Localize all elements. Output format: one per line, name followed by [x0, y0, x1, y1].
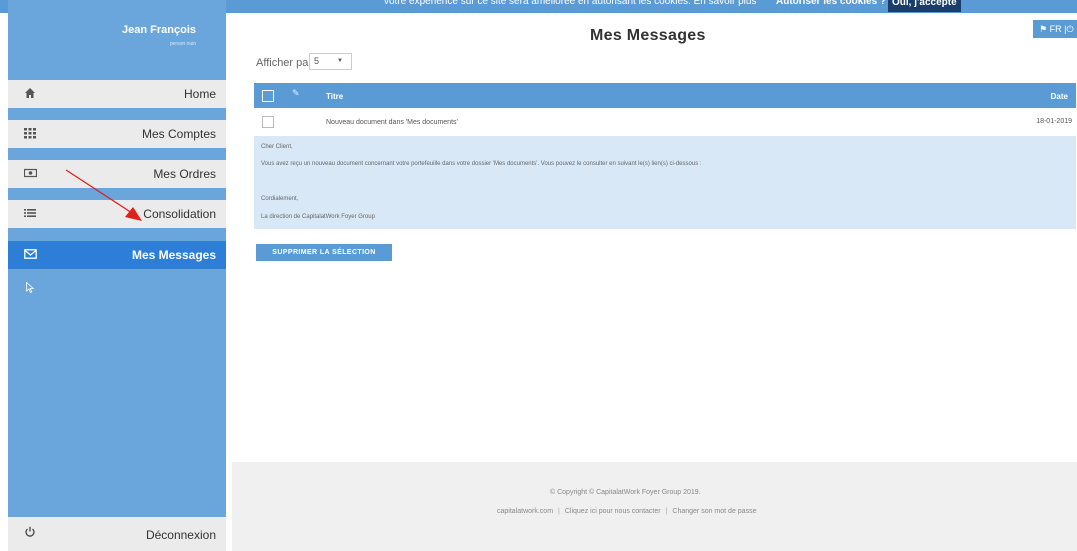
- sidebar-item-label: Mes Messages: [131, 248, 216, 262]
- per-page-value: 5: [314, 56, 320, 66]
- user-profile: Jean François person ouin: [8, 0, 226, 80]
- message-greeting: Cher Client,: [261, 144, 293, 150]
- sidebar-item-label: Consolidation: [143, 207, 216, 221]
- sidebar-item-home[interactable]: Home: [8, 80, 226, 108]
- money-icon: [23, 167, 37, 181]
- cookie-authorize-link[interactable]: Autoriser les cookies ?: [776, 0, 886, 8]
- mouse-cursor-icon: [26, 281, 35, 296]
- sidebar: Jean François person ouin Home Mes Compt…: [8, 0, 226, 551]
- page-title: Mes Messages: [590, 27, 706, 44]
- footer-link-password[interactable]: Changer son mot de passe: [672, 508, 756, 515]
- envelope-icon: [23, 248, 37, 262]
- message-closing: Cordialement,: [261, 196, 299, 202]
- per-page-label: Afficher par: [256, 57, 313, 69]
- language-selector[interactable]: ⚑ FR |⏻: [1033, 20, 1077, 38]
- column-header-date[interactable]: Date: [1051, 92, 1068, 101]
- power-icon[interactable]: |⏻: [1064, 24, 1073, 34]
- power-icon: [23, 526, 37, 540]
- table-row[interactable]: Nouveau document dans 'Mes documents' 18…: [254, 112, 1076, 132]
- home-icon: [23, 87, 37, 101]
- column-header-title[interactable]: Titre: [326, 92, 343, 101]
- sidebar-item-mes-comptes[interactable]: Mes Comptes: [8, 120, 226, 148]
- logout-button[interactable]: Déconnexion: [8, 517, 226, 551]
- footer-copyright: © Copyright © CapitalatWork Foyer Group …: [550, 489, 701, 496]
- message-title[interactable]: Nouveau document dans 'Mes documents': [326, 119, 458, 126]
- footer-separator: |: [558, 508, 560, 515]
- delete-selection-button[interactable]: SUPPRIMER LA SÉLECTION: [256, 244, 392, 261]
- footer-links: capitalatwork.com | Cliquez ici pour nous …: [497, 508, 756, 515]
- logout-label: Déconnexion: [145, 528, 216, 542]
- message-signature: La direction de CapitalatWork Foyer Grou…: [261, 214, 375, 220]
- list-icon: [23, 207, 37, 221]
- chevron-down-icon: ▼: [337, 58, 343, 64]
- table-header: ✎ Titre Date: [254, 83, 1076, 108]
- message-text: Vous avez reçu un nouveau document conce…: [261, 161, 702, 167]
- grid-icon: [23, 127, 37, 141]
- sidebar-item-mes-messages[interactable]: Mes Messages: [8, 241, 226, 269]
- footer-separator: |: [665, 508, 668, 515]
- pencil-icon: ✎: [292, 88, 300, 98]
- sidebar-item-consolidation[interactable]: Consolidation: [8, 200, 226, 228]
- per-page-select[interactable]: 5 ▼: [309, 53, 352, 70]
- row-checkbox[interactable]: [262, 116, 274, 128]
- footer-link-contact[interactable]: Cliquez ici pour nous contacter: [565, 508, 661, 515]
- sidebar-item-label: Home: [183, 87, 216, 101]
- flag-icon: ⚑: [1039, 24, 1048, 34]
- select-all-checkbox[interactable]: [262, 90, 274, 102]
- user-subtitle: person ouin: [169, 41, 196, 47]
- footer: © Copyright © CapitalatWork Foyer Group …: [232, 462, 1077, 551]
- sidebar-item-label: Mes Comptes: [141, 127, 216, 141]
- cookie-accept-button[interactable]: Oui, j'accepte: [888, 0, 961, 12]
- sidebar-item-label: Mes Ordres: [153, 167, 216, 181]
- footer-link-site[interactable]: capitalatwork.com: [497, 508, 553, 515]
- message-date: 18-01-2019: [1036, 118, 1072, 125]
- user-name: Jean François: [122, 24, 196, 36]
- cookie-message: votre expérience sur ce site sera amélio…: [384, 0, 757, 7]
- message-body: Cher Client, Vous avez reçu un nouveau d…: [254, 136, 1076, 229]
- sidebar-item-mes-ordres[interactable]: Mes Ordres: [8, 160, 226, 188]
- language-label: FR: [1049, 24, 1062, 34]
